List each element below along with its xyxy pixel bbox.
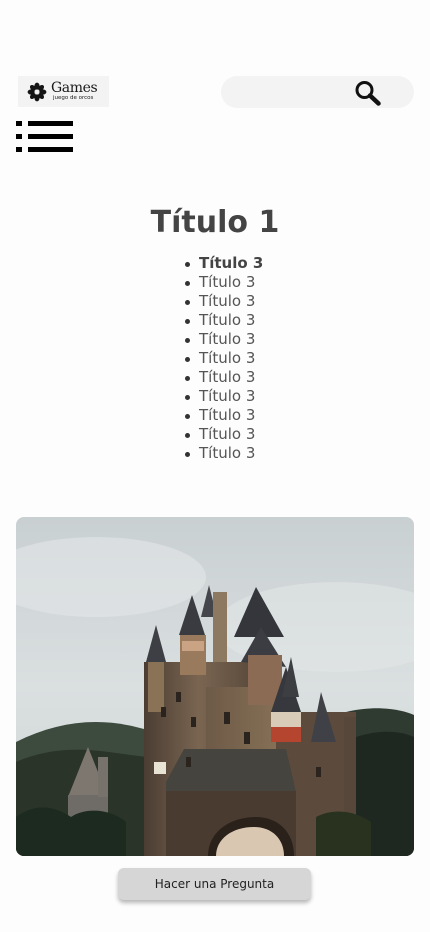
logo[interactable]: Games juego de orcos [18,76,109,107]
list-item[interactable]: Título 3 [184,368,263,387]
list-item[interactable]: Título 3 [184,330,263,349]
logo-brand-text: Games [51,80,98,97]
list-item[interactable]: Título 3 [184,311,263,330]
list-item[interactable]: Título 3 [184,425,263,444]
ask-question-button[interactable]: Hacer una Pregunta [118,868,311,900]
logo-tagline: juego de orcos [53,95,94,102]
castle-image [16,517,414,856]
list-item[interactable]: Título 3 [184,292,263,311]
heading-list: Título 3 Título 3 Título 3 Título 3 Títu… [184,254,263,463]
menu-list-icon[interactable] [16,120,74,154]
page-title: Título 1 [150,205,280,240]
list-item[interactable]: Título 3 [184,273,263,292]
list-item[interactable]: Título 3 [184,406,263,425]
list-item[interactable]: Título 3 [184,349,263,368]
search-bar [221,76,414,108]
list-item[interactable]: Título 3 [184,444,263,463]
flower-logo-icon [27,82,47,101]
list-item[interactable]: Título 3 [184,254,263,273]
search-input[interactable] [235,76,355,108]
search-icon[interactable] [354,80,382,106]
list-item[interactable]: Título 3 [184,387,263,406]
